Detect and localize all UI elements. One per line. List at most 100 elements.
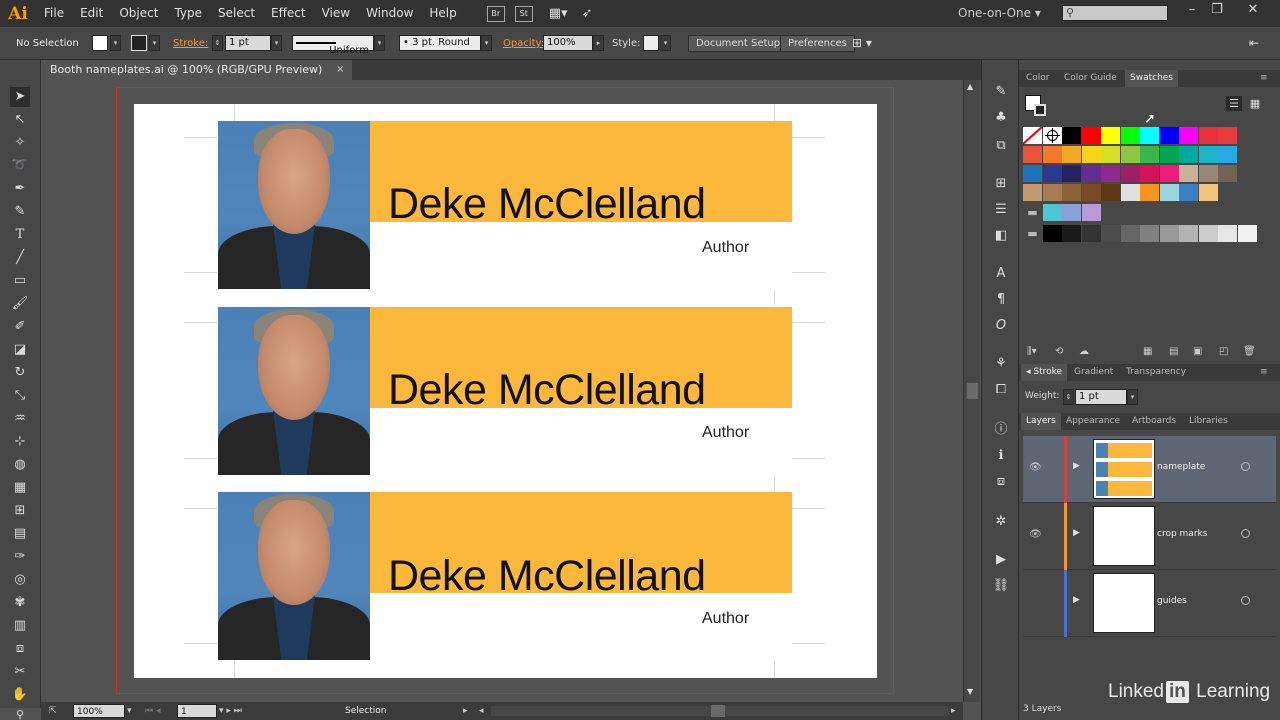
color-swatch[interactable] [1101,225,1120,242]
stroke-indicator[interactable] [1034,104,1046,116]
stroke-weight-field[interactable]: 1 pt [225,35,271,51]
color-swatch[interactable] [1198,165,1218,182]
line-tool-icon[interactable]: ╱ [10,248,30,268]
color-swatch[interactable] [1120,184,1140,201]
color-swatch[interactable] [1218,165,1237,182]
h-scroll-thumb[interactable] [711,705,725,717]
shape-builder-tool-icon[interactable]: ◍ [10,455,30,475]
pathfinder-icon[interactable]: ◧ [991,226,1011,246]
cloud-libraries-icon[interactable]: ☁ [1079,342,1089,362]
paragraph-icon[interactable]: ¶ [991,290,1011,310]
color-swatch[interactable] [1081,204,1101,221]
scroll-right-icon[interactable]: ▸ [951,704,956,718]
eraser-tool-icon[interactable]: ◪ [10,340,30,360]
lasso-tool-icon[interactable]: ➰ [10,156,30,176]
registration-swatch[interactable] [1042,127,1062,144]
color-swatch[interactable] [1218,127,1237,144]
color-swatch[interactable] [1120,146,1140,163]
variables-icon[interactable]: ⛓ [991,576,1011,596]
selection-tool-icon[interactable]: ➤ [10,87,30,107]
eye-icon[interactable]: 👁 [1029,529,1042,540]
warp-tool-icon[interactable]: ♒ [10,409,30,429]
scroll-up-icon[interactable]: ▲ [967,82,973,91]
color-swatch[interactable] [1179,146,1198,163]
paintbrush-tool-icon[interactable]: 🖌 [10,294,30,314]
hand-tool-icon[interactable]: ✋ [10,685,30,705]
opacity-arrow[interactable]: ▸ [593,35,604,51]
type-tool-icon[interactable]: T [10,225,30,245]
color-swatch[interactable] [1159,184,1179,201]
zoom-dropdown[interactable]: ▾ [127,704,132,718]
color-swatch[interactable] [1179,225,1198,242]
artboard[interactable]: Deke McClelland Author Deke McClelland A… [134,104,877,678]
color-swatch[interactable] [1101,165,1120,182]
color-swatch[interactable] [1101,127,1120,144]
info-icon[interactable]: ⓘ [991,420,1011,440]
tab-color[interactable]: Color [1021,70,1055,87]
place-swatches-icon[interactable]: ⟲ [1055,342,1063,362]
align-icon[interactable]: ⊞ [991,174,1011,194]
variable-width-profile[interactable]: Uniform [292,35,374,56]
tab-transparency[interactable]: Transparency [1121,364,1191,381]
color-swatch[interactable] [1042,225,1062,242]
color-swatch[interactable] [1062,127,1081,144]
color-swatch[interactable] [1120,127,1140,144]
thumbnail-view-icon[interactable]: ▦ [1247,96,1263,111]
fill-dropdown[interactable]: ▾ [110,35,121,51]
character-icon[interactable]: A [991,264,1011,284]
nameplate-title[interactable]: Author [702,424,749,442]
weight-dropdown[interactable]: ▾ [1127,389,1138,405]
symbol-sprayer-tool-icon[interactable]: ✾ [10,593,30,613]
delete-swatch-icon[interactable]: 🗑 [1243,342,1256,362]
layer-name[interactable]: crop marks [1157,529,1207,539]
menu-effect[interactable]: Effect [263,0,314,27]
layer-name[interactable]: nameplate [1157,462,1205,472]
zoom-tool-icon[interactable]: ⚲ [10,705,30,720]
artboard-nav-icon[interactable]: ⇱ [49,704,57,718]
artboard-field[interactable]: 1 [177,704,217,718]
transform-icon[interactable]: ☰ [991,200,1011,220]
color-swatch[interactable] [1062,184,1081,201]
pen-tool-icon[interactable]: ✒ [10,179,30,199]
color-swatch[interactable] [1081,184,1101,201]
layer-name[interactable]: guides [1157,596,1187,606]
menu-view[interactable]: View [314,0,358,27]
tab-appearance[interactable]: Appearance [1061,413,1125,430]
direct-selection-tool-icon[interactable]: ↖ [10,110,30,130]
rectangle-tool-icon[interactable]: ▭ [10,271,30,291]
eye-icon[interactable]: 👁 [1029,462,1042,473]
color-swatch[interactable] [1120,165,1140,182]
attributes-icon[interactable]: ⧈ [991,472,1011,492]
panel-menu-icon[interactable]: ≡ [1255,364,1273,381]
target-icon[interactable] [1241,596,1250,605]
eyedropper-tool-icon[interactable]: ✑ [10,547,30,567]
list-view-icon[interactable]: ☰ [1226,96,1242,111]
color-swatch[interactable] [1062,165,1081,182]
menu-window[interactable]: Window [358,0,421,27]
current-tool-label[interactable]: Selection [345,704,386,718]
color-swatch[interactable] [1120,225,1140,242]
tab-libraries[interactable]: Libraries [1184,413,1233,430]
color-swatch[interactable] [1179,165,1198,182]
weight-field[interactable]: 1 pt [1075,389,1127,405]
color-swatch[interactable] [1140,184,1159,201]
status-menu-arrow[interactable]: ▸ [463,704,468,718]
shaper-tool-icon[interactable]: ✐ [10,317,30,337]
color-swatch[interactable] [1159,127,1179,144]
color-swatch[interactable] [1042,165,1062,182]
scroll-down-icon[interactable]: ▼ [967,687,973,696]
color-swatch[interactable] [1218,146,1237,163]
color-swatch[interactable] [1081,127,1101,144]
gradient-tool-icon[interactable]: ▤ [10,524,30,544]
color-swatch[interactable] [1159,225,1179,242]
graphic-style-swatch[interactable] [643,35,659,51]
menu-help[interactable]: Help [421,0,464,27]
tab-swatches[interactable]: Swatches [1125,70,1178,87]
opacity-field[interactable]: 100% [543,35,593,51]
target-icon[interactable] [1241,529,1250,538]
fill-swatch[interactable] [92,35,108,51]
workspace-switcher[interactable]: One-on-One ▾ [958,0,1041,27]
author-photo[interactable] [218,307,370,475]
color-swatch[interactable] [1042,204,1062,221]
bridge-button[interactable]: Br [486,5,505,22]
